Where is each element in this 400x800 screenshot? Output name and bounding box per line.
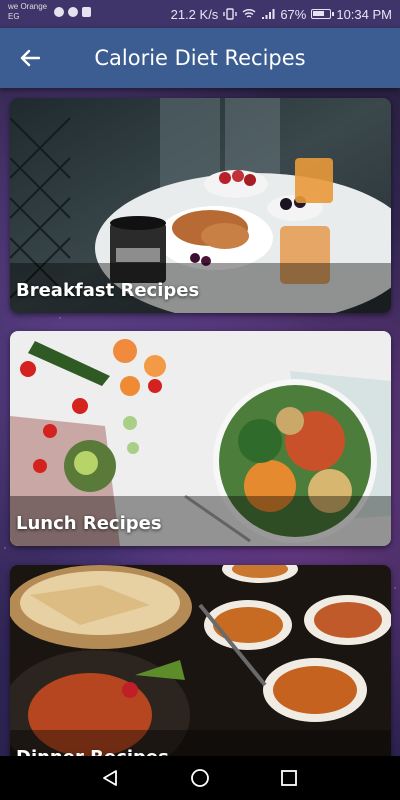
system-nav-bar [0,756,400,800]
vibrate-icon [223,8,238,20]
battery-icon [311,9,335,19]
wifi-icon [242,9,256,18]
notification-icon [54,7,64,17]
circle-home-icon [191,769,209,787]
app-bar: Calorie Diet Recipes [0,28,400,88]
network-speed: 21.2 K/s [170,6,219,22]
triangle-back-icon [103,770,117,786]
back-button[interactable] [14,42,46,74]
clock: 10:34 PM [336,6,392,22]
nav-home-button[interactable] [185,764,215,792]
carrier-label: we Orange EG [8,2,48,21]
battery-percent: 67% [280,6,307,22]
notification-icons [54,7,91,17]
nav-recents-button[interactable] [274,764,304,792]
facebook-icon [68,7,78,17]
square-recents-icon [281,770,297,786]
card-title: Lunch Recipes [16,513,162,534]
page-title: Calorie Diet Recipes [94,46,306,70]
arrow-back-icon [20,49,40,67]
recipe-category-list: Breakfast Recipes Lunch Recipes [0,88,400,756]
card-title: Dinner Recipes [16,747,169,756]
image-notification-icon [82,7,91,17]
breakfast-card[interactable]: Breakfast Recipes [10,98,391,313]
card-title: Breakfast Recipes [16,280,200,301]
status-right: 21.2 K/s 67% 10:34 PM [171,5,392,23]
signal-icon [262,9,275,19]
lunch-card[interactable]: Lunch Recipes [10,331,391,546]
status-bar: we Orange EG 21.2 K/s 67% 10:34 PM [0,0,400,28]
dinner-photo [10,565,391,756]
nav-back-button[interactable] [95,764,125,792]
dinner-card[interactable]: Dinner Recipes [10,565,391,756]
